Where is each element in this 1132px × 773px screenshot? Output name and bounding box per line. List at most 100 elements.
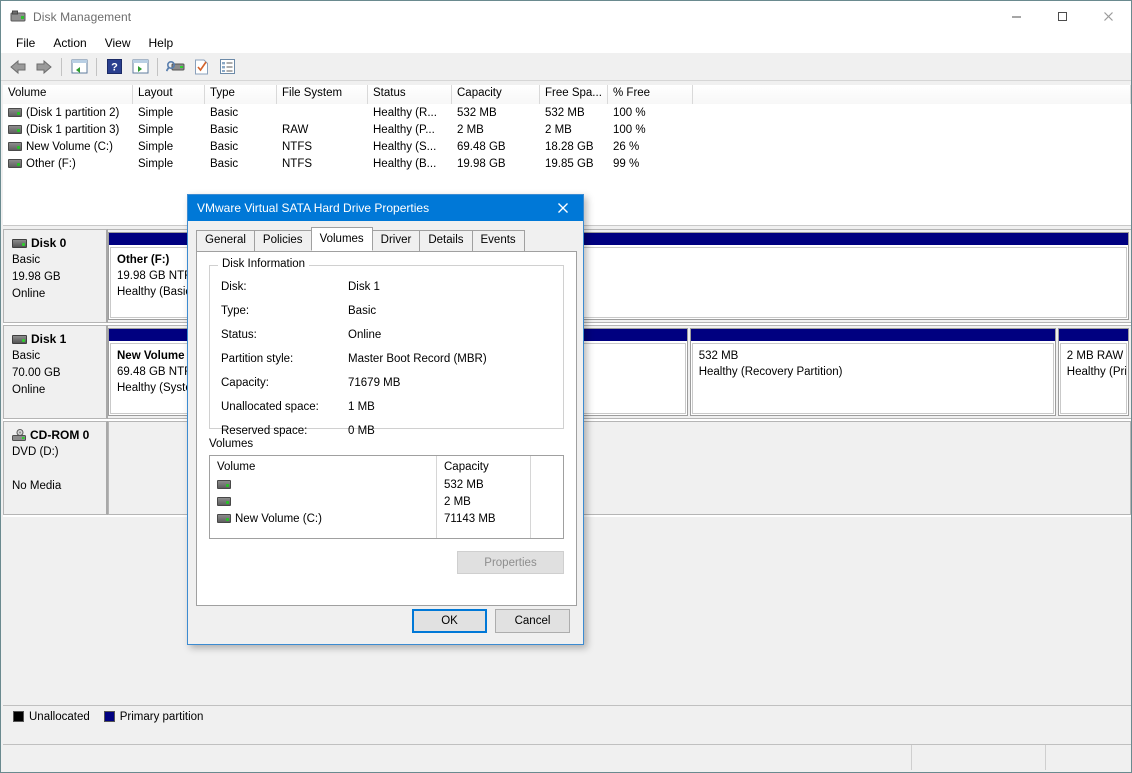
disk-info-disk-1[interactable]: Disk 1 Basic 70.00 GB Online (3, 325, 108, 419)
info-value: 0 MB (348, 425, 375, 437)
cell-free-space: 18.28 GB (540, 141, 608, 153)
volume-icon (8, 108, 22, 117)
tab-volumes[interactable]: Volumes (311, 227, 373, 251)
tab-policies[interactable]: Policies (254, 230, 312, 251)
disk-size: 70.00 GB (12, 365, 106, 382)
disk-info-cdrom-0[interactable]: CD-ROM 0 DVD (D:) No Media (3, 421, 108, 515)
info-key: Unallocated space: (221, 401, 348, 413)
legend-label: Unallocated (29, 711, 90, 723)
column-header-status[interactable]: Status (368, 85, 452, 104)
table-row[interactable]: New Volume (C:) Simple Basic NTFS Health… (3, 138, 1131, 155)
show-hide-console-tree-icon[interactable] (67, 55, 91, 79)
cell-file-system: NTFS (277, 158, 368, 170)
table-row[interactable]: (Disk 1 partition 2) Simple Basic Health… (3, 104, 1131, 121)
column-header-free-space[interactable]: Free Spa... (540, 85, 608, 104)
properties-icon[interactable] (189, 55, 213, 79)
partition-size: 532 MB (699, 348, 1047, 364)
cell-percent-free: 100 % (608, 107, 693, 119)
legend-item-primary-partition: Primary partition (104, 711, 204, 723)
cell-volume: (Disk 1 partition 3) (26, 124, 119, 136)
dialog-column-header-volume[interactable]: Volume (217, 461, 436, 473)
partition-color-bar (1059, 329, 1128, 342)
cell-percent-free: 99 % (608, 158, 693, 170)
volume-icon (8, 125, 22, 134)
cell-capacity: 69.48 GB (452, 141, 540, 153)
disk-management-icon (10, 9, 26, 25)
tab-details[interactable]: Details (419, 230, 472, 251)
cell-type: Basic (205, 141, 277, 153)
volume-list-header: Volume Layout Type File System Status Ca… (3, 85, 1131, 104)
cell-capacity: 2 MB (452, 124, 540, 136)
disk-type: Basic (12, 348, 106, 365)
list-view-icon[interactable] (215, 55, 239, 79)
close-button[interactable] (1085, 1, 1131, 32)
tab-events[interactable]: Events (472, 230, 525, 251)
dialog-volumes-list[interactable]: Volume New Volume (C:) Capacity 532 MB 2… (209, 455, 564, 539)
table-row[interactable]: Other (F:) Simple Basic NTFS Healthy (B.… (3, 155, 1131, 172)
column-header-volume[interactable]: Volume (3, 85, 133, 104)
tab-general[interactable]: General (196, 230, 255, 251)
column-header-layout[interactable]: Layout (133, 85, 205, 104)
status-bar (3, 744, 1131, 770)
title-bar: Disk Management (1, 1, 1131, 32)
disk-information-label: Disk Information (218, 258, 309, 270)
hard-disk-icon (12, 335, 27, 344)
window-title: Disk Management (33, 10, 131, 24)
disk-state: Online (12, 286, 106, 303)
forward-icon[interactable] (32, 55, 56, 79)
dialog-column-header-capacity[interactable]: Capacity (444, 461, 530, 473)
back-icon[interactable] (6, 55, 30, 79)
dialog-action-buttons: OK Cancel (404, 609, 570, 633)
tab-driver[interactable]: Driver (372, 230, 421, 251)
list-item[interactable] (217, 493, 436, 510)
column-header-capacity[interactable]: Capacity (452, 85, 540, 104)
show-hide-action-pane-icon[interactable] (128, 55, 152, 79)
info-row-capacity: Capacity: 71679 MB (210, 371, 563, 395)
rescan-disks-icon[interactable] (163, 55, 187, 79)
ok-button[interactable]: OK (412, 609, 487, 633)
dialog-tabs: General Policies Volumes Driver Details … (196, 229, 577, 252)
drive-properties-dialog[interactable]: VMware Virtual SATA Hard Drive Propertie… (187, 194, 584, 645)
menu-bar: File Action View Help (1, 32, 1131, 53)
cell-status: Healthy (R... (368, 107, 452, 119)
info-row-unallocated-space: Unallocated space: 1 MB (210, 395, 563, 419)
cell-percent-free: 26 % (608, 141, 693, 153)
cell-status: Healthy (B... (368, 158, 452, 170)
cell-status: Healthy (S... (368, 141, 452, 153)
cell-type: Basic (205, 158, 277, 170)
info-row-reserved-space: Reserved space: 0 MB (210, 419, 563, 443)
cell-file-system: NTFS (277, 141, 368, 153)
cell-volume: (Disk 1 partition 2) (26, 107, 119, 119)
dialog-close-button[interactable] (543, 195, 583, 221)
column-header-filler (693, 85, 1131, 104)
column-header-percent-free[interactable]: % Free (608, 85, 693, 104)
volume-icon (217, 514, 231, 523)
volume-icon (217, 480, 231, 489)
maximize-button[interactable] (1039, 1, 1085, 32)
partition-raw[interactable]: 2 MB RAW Healthy (Primary Partition) (1058, 328, 1129, 416)
info-row-type: Type: Basic (210, 299, 563, 323)
info-row-disk: Disk: Disk 1 (210, 275, 563, 299)
menu-item-help[interactable]: Help (140, 34, 183, 52)
info-row-partition-style: Partition style: Master Boot Record (MBR… (210, 347, 563, 371)
partition-size: 2 MB RAW (1067, 348, 1120, 364)
list-item[interactable] (217, 476, 436, 493)
menu-item-view[interactable]: View (96, 34, 140, 52)
volume-properties-button[interactable]: Properties (457, 551, 564, 574)
table-row[interactable]: (Disk 1 partition 3) Simple Basic RAW He… (3, 121, 1131, 138)
minimize-button[interactable] (993, 1, 1039, 32)
partition-recovery[interactable]: 532 MB Healthy (Recovery Partition) (690, 328, 1056, 416)
disk-info-disk-0[interactable]: Disk 0 Basic 19.98 GB Online (3, 229, 108, 323)
info-value: Basic (348, 305, 376, 317)
column-header-type[interactable]: Type (205, 85, 277, 104)
list-item[interactable]: New Volume (C:) (217, 510, 436, 527)
menu-item-file[interactable]: File (7, 34, 44, 52)
disk-label: CD-ROM 0 (30, 428, 89, 442)
column-header-file-system[interactable]: File System (277, 85, 368, 104)
volume-icon (217, 497, 231, 506)
help-icon[interactable]: ? (102, 55, 126, 79)
window-controls (993, 1, 1131, 32)
menu-item-action[interactable]: Action (44, 34, 95, 52)
cancel-button[interactable]: Cancel (495, 609, 570, 633)
info-key: Status: (221, 329, 348, 341)
